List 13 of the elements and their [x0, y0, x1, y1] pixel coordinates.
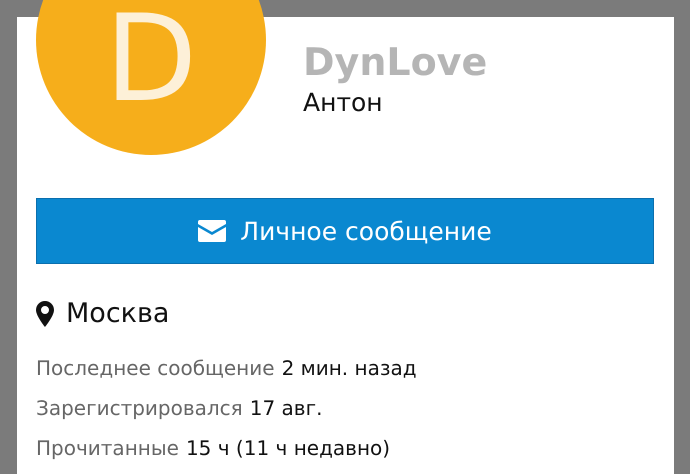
map-pin-icon: [36, 300, 54, 326]
stat-label: Последнее сообщение: [36, 356, 275, 380]
envelope-icon: [198, 220, 226, 242]
stat-value: 2 мин. назад: [282, 356, 417, 380]
avatar: D: [36, 0, 266, 155]
stat-value: 17 авг.: [250, 396, 322, 420]
location-text: Москва: [66, 298, 170, 329]
user-full-name: Антон: [303, 87, 383, 119]
message-button[interactable]: Личное сообщение: [36, 198, 654, 264]
stat-label: Зарегистрировался: [36, 396, 243, 420]
stat-value: 15 ч (11 ч недавно): [186, 436, 390, 460]
username: DynLove: [303, 39, 488, 85]
stat-label: Прочитанные: [36, 436, 179, 460]
